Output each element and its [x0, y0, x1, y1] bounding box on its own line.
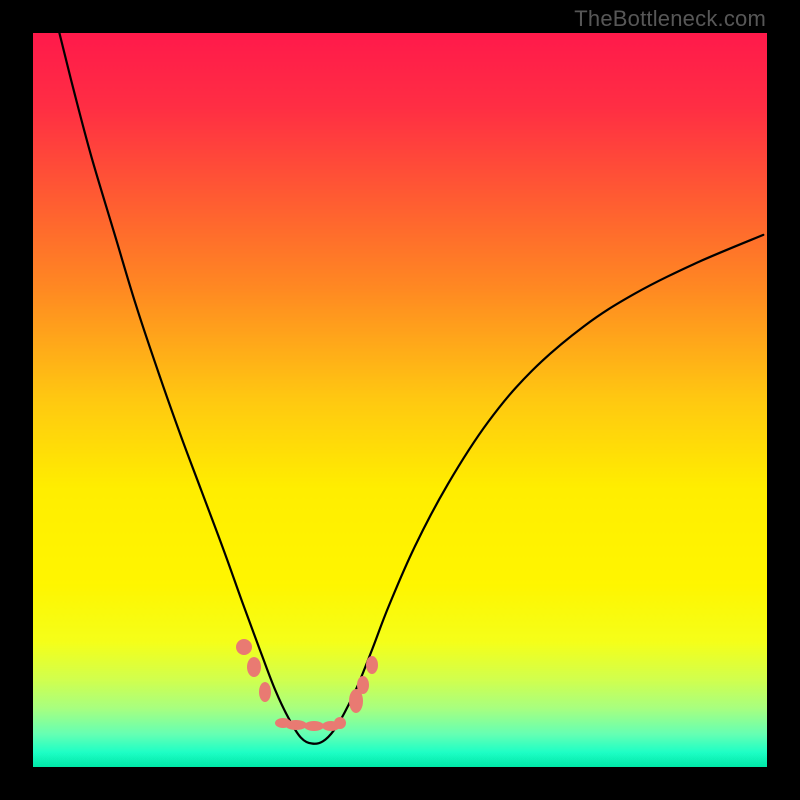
- data-marker: [304, 721, 324, 731]
- data-marker: [247, 657, 261, 677]
- data-marker: [285, 720, 307, 730]
- data-markers: [236, 639, 378, 731]
- data-marker: [357, 676, 369, 694]
- watermark-text: TheBottleneck.com: [574, 6, 766, 32]
- data-marker: [259, 682, 271, 702]
- data-marker: [366, 656, 378, 674]
- plot-area: [33, 33, 767, 767]
- data-marker: [334, 717, 346, 729]
- data-marker: [236, 639, 252, 655]
- chart-frame: TheBottleneck.com: [0, 0, 800, 800]
- bottleneck-curve: [33, 33, 767, 767]
